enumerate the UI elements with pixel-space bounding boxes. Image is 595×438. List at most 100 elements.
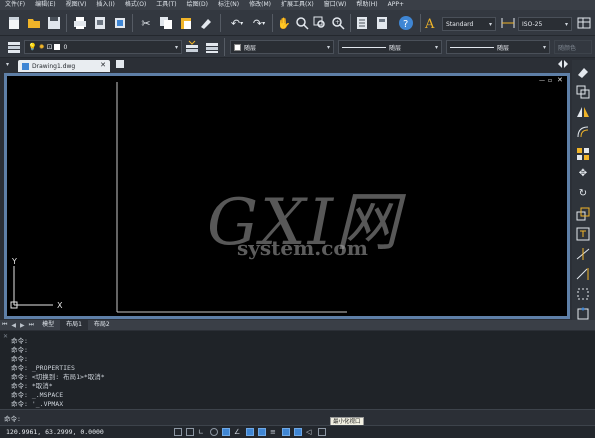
open-folder-icon[interactable]: [26, 15, 42, 31]
command-prompt: 命令:: [4, 415, 21, 423]
mirror-icon[interactable]: [575, 104, 591, 119]
ducs-icon[interactable]: [246, 428, 254, 436]
tab-model[interactable]: 模型: [36, 320, 60, 330]
layer-select[interactable]: 💡 ✹ ⊡ 0 ▾: [24, 40, 182, 54]
layer-manager-icon[interactable]: [6, 39, 22, 55]
quick-properties-icon[interactable]: [282, 428, 290, 436]
design-center-icon[interactable]: [374, 15, 390, 31]
toolbar-separator: [224, 38, 225, 56]
lineweight-select[interactable]: 随层 ▾: [446, 40, 550, 54]
zoom-window-icon[interactable]: [312, 15, 328, 31]
previous-layout-icon[interactable]: ◀: [9, 322, 18, 329]
viewport-toggle-icon[interactable]: [318, 428, 326, 436]
text-style-select[interactable]: Standard ▾: [442, 17, 496, 31]
copy-object-icon[interactable]: [575, 84, 591, 99]
menu-extend-tools[interactable]: 扩展工具(X): [276, 0, 319, 10]
dimension-style-select[interactable]: ISO-25 ▾: [518, 17, 572, 31]
first-layout-icon[interactable]: ⏮: [0, 321, 9, 329]
properties-icon[interactable]: [354, 15, 370, 31]
layers-toolbar: 💡 ✹ ⊡ 0 ▾ 随层 ▾ 随层 ▾ 随层 ▾ 随颜色: [0, 36, 595, 58]
lineweight-value: 随层: [497, 44, 510, 52]
redo-icon[interactable]: ↷ ▾: [248, 15, 270, 31]
paste-icon[interactable]: [178, 15, 194, 31]
print-preview-icon[interactable]: [92, 15, 108, 31]
copy-icon[interactable]: [158, 15, 174, 31]
linetype-select[interactable]: 随层 ▾: [338, 40, 442, 54]
previous-arrow-icon[interactable]: ◁: [306, 428, 314, 436]
ortho-icon[interactable]: ∟: [198, 428, 206, 436]
chevron-down-icon: ▾: [542, 44, 546, 51]
offset-icon[interactable]: [575, 124, 591, 139]
document-tab[interactable]: Drawing1.dwg ✕: [18, 60, 110, 72]
menu-bar: 文件(F) 编辑(E) 视图(V) 插入(I) 格式(O) 工具(T) 绘图(D…: [0, 0, 595, 10]
menu-tools[interactable]: 工具(T): [151, 0, 181, 10]
lineweight-toggle-icon[interactable]: ≡: [270, 428, 278, 436]
stretch-icon[interactable]: [575, 226, 591, 241]
new-tab-icon[interactable]: [114, 58, 126, 70]
menu-window[interactable]: 窗口(W): [319, 0, 352, 10]
polar-icon[interactable]: [210, 428, 218, 436]
move-icon[interactable]: ✥: [575, 166, 591, 181]
break-icon[interactable]: [575, 286, 591, 301]
make-object-layer-current-icon[interactable]: [184, 39, 200, 55]
layer-previous-icon[interactable]: [204, 39, 220, 55]
publish-icon[interactable]: [112, 15, 128, 31]
menu-modify[interactable]: 修改(M): [244, 0, 276, 10]
panel-close-icon[interactable]: ✕: [3, 333, 8, 340]
menu-dimension[interactable]: 标注(N): [213, 0, 244, 10]
minimize-icon[interactable]: —: [539, 77, 545, 84]
zoom-realtime-icon[interactable]: [294, 15, 310, 31]
table-style-icon[interactable]: [576, 15, 592, 31]
help-icon[interactable]: ?: [398, 15, 414, 31]
scale-icon[interactable]: [575, 206, 591, 221]
restore-icon[interactable]: ▫: [548, 77, 552, 84]
menu-draw[interactable]: 绘图(D): [182, 0, 213, 10]
menu-edit[interactable]: 编辑(E): [30, 0, 60, 10]
toolbar-separator: [272, 14, 273, 32]
status-bar: 120.9961, 63.2999, 0.0000 ∟ ∠ ≡ ◁: [0, 425, 595, 438]
match-properties-icon[interactable]: [198, 15, 214, 31]
coordinates-readout: 120.9961, 63.2999, 0.0000: [6, 428, 104, 436]
save-icon[interactable]: [46, 15, 62, 31]
document-tab-label: Drawing1.dwg: [32, 62, 76, 70]
array-icon[interactable]: [575, 146, 591, 161]
tab-layout1[interactable]: 布局1: [60, 320, 88, 330]
toolbar-separator: [420, 14, 421, 32]
menu-help[interactable]: 帮助(H): [351, 0, 382, 10]
close-icon[interactable]: ✕: [100, 61, 106, 69]
tab-list-icon[interactable]: ▾: [6, 61, 9, 68]
otrack-icon[interactable]: ∠: [234, 428, 242, 436]
pan-hand-icon[interactable]: ✋: [276, 15, 292, 31]
cut-icon[interactable]: ✂: [138, 15, 154, 31]
extend-icon[interactable]: [575, 266, 591, 281]
drawing-canvas[interactable]: Y X — ▫ ✕ GXI网 system.com: [7, 76, 567, 316]
print-icon[interactable]: [72, 15, 88, 31]
next-layout-icon[interactable]: ▶: [18, 322, 27, 329]
new-file-icon[interactable]: [6, 15, 22, 31]
undo-icon[interactable]: ↶ ▾: [226, 15, 248, 31]
menu-insert[interactable]: 插入(I): [91, 0, 119, 10]
snap-icon[interactable]: [174, 428, 182, 436]
chevron-down-icon: ▾: [174, 44, 178, 51]
menu-file[interactable]: 文件(F): [0, 0, 30, 10]
grid-icon[interactable]: [186, 428, 194, 436]
layout-tab-bar: ⏮ ◀ ▶ ⏭ 模型 布局1 布局2: [0, 320, 595, 330]
tab-scroll-icon[interactable]: [556, 58, 570, 70]
erase-icon[interactable]: [575, 64, 591, 79]
tab-layout2[interactable]: 布局2: [88, 320, 116, 330]
dyn-icon[interactable]: [258, 428, 266, 436]
command-input[interactable]: 命令:: [0, 409, 595, 425]
selection-cycling-icon[interactable]: [294, 428, 302, 436]
trim-icon[interactable]: [575, 246, 591, 261]
menu-view[interactable]: 视图(V): [61, 0, 92, 10]
close-icon[interactable]: ✕: [557, 76, 563, 84]
rotate-icon[interactable]: ↻: [575, 186, 591, 201]
join-icon[interactable]: [575, 306, 591, 321]
menu-app[interactable]: APP+: [383, 0, 409, 10]
zoom-previous-icon[interactable]: +: [330, 15, 346, 31]
dwg-file-icon: [22, 62, 29, 70]
color-select[interactable]: 随层 ▾: [230, 40, 334, 54]
last-layout-icon[interactable]: ⏭: [27, 321, 36, 329]
menu-format[interactable]: 格式(O): [120, 0, 151, 10]
osnap-icon[interactable]: [222, 428, 230, 436]
